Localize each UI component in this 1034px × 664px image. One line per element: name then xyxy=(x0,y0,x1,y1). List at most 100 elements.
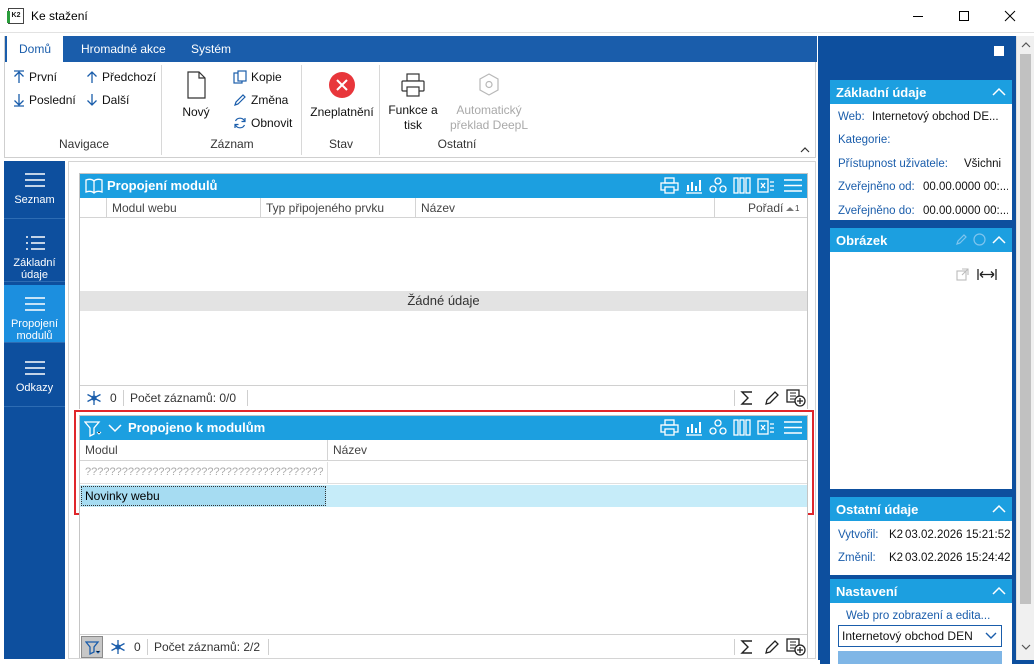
chart-icon[interactable] xyxy=(685,177,703,194)
field-pristupnost: Přístupnost uživatele: Všichni xyxy=(838,158,1002,170)
last-button[interactable]: Poslední xyxy=(13,90,76,110)
right-scrollbar[interactable] xyxy=(1016,36,1034,660)
panel-header: Nastavení xyxy=(830,579,1012,603)
copy-button[interactable]: Kopie xyxy=(233,67,282,87)
column-typ-pripojeneho-prvku[interactable]: Typ připojeného prvku xyxy=(266,201,384,215)
scroll-up-icon[interactable] xyxy=(1021,41,1031,48)
first-button[interactable]: První xyxy=(13,67,57,87)
delete-image-icon[interactable] xyxy=(973,233,986,246)
panel-obrazek: Obrázek xyxy=(830,228,1012,489)
column-modul[interactable]: Modul xyxy=(85,443,118,457)
print-icon[interactable] xyxy=(660,419,679,436)
previous-button[interactable]: Předchozí xyxy=(86,67,156,87)
table-row[interactable]: Novinky webu xyxy=(80,485,807,507)
field-zverejneno-do-value: 00.00.0000 00:... xyxy=(923,205,1008,217)
add-record-icon[interactable] xyxy=(786,389,806,407)
panel-title: Nastavení xyxy=(836,584,898,599)
previous-label: Předchozí xyxy=(102,70,157,84)
tree-icon[interactable] xyxy=(709,419,727,436)
arrow-up-icon xyxy=(14,70,24,83)
print-icon[interactable] xyxy=(660,177,679,194)
edit-image-icon[interactable] xyxy=(955,233,968,246)
column-nazev[interactable]: Název xyxy=(333,443,367,457)
filter-input-modul[interactable]: ??????????????????????????????????????? xyxy=(85,466,323,478)
web-select[interactable]: Internetový obchod DEN xyxy=(838,625,1002,647)
field-zverejneno-do: Zveřejněno do: 00.00.0000 00:... xyxy=(838,205,1008,217)
tab-hromadne-akce[interactable]: Hromadné akce xyxy=(69,36,178,62)
list-icon xyxy=(25,236,45,250)
edit-pencil-icon[interactable] xyxy=(764,390,780,406)
frozen-count: 0 xyxy=(134,640,141,654)
chevron-down-icon[interactable] xyxy=(108,424,122,433)
open-external-icon[interactable] xyxy=(956,268,969,281)
collapse-ribbon-button[interactable] xyxy=(800,146,810,153)
tab-domu[interactable]: Domů xyxy=(7,36,64,63)
deepl-label-2: překlad DeepL xyxy=(449,118,529,132)
columns-icon[interactable] xyxy=(733,419,751,436)
scrollbar-thumb[interactable] xyxy=(1020,54,1031,604)
group-stav: Zneplatnění Stav xyxy=(303,65,380,155)
excel-export-icon[interactable] xyxy=(757,177,777,194)
add-record-icon[interactable] xyxy=(786,638,806,656)
nav-item-odkazy[interactable]: Odkazy xyxy=(4,349,65,407)
tab-system[interactable]: Systém xyxy=(179,36,243,62)
invalidate-label: Zneplatnění xyxy=(310,105,374,119)
invalidate-button[interactable]: Zneplatnění xyxy=(307,71,377,120)
snowflake-icon[interactable] xyxy=(110,639,126,655)
filter-icon[interactable] xyxy=(84,420,102,437)
next-button[interactable]: Další xyxy=(86,90,129,110)
minimize-button[interactable] xyxy=(895,0,941,32)
print-label-1: Funkce a xyxy=(388,103,438,117)
tree-icon[interactable] xyxy=(709,177,727,194)
column-modul-webu[interactable]: Modul webu xyxy=(112,201,177,215)
copy-icon xyxy=(233,70,247,84)
ribbon-tabs: Domů Hromadné akce Systém xyxy=(5,36,817,63)
deepl-icon xyxy=(479,73,499,96)
nav-label: Seznam xyxy=(14,194,55,206)
group-title-navigace: Navigace xyxy=(58,137,110,151)
cell-modul: Novinky webu xyxy=(85,489,160,503)
new-button[interactable]: Nový xyxy=(173,71,219,120)
close-window-button[interactable] xyxy=(987,0,1033,32)
pin-icon[interactable] xyxy=(994,46,1004,56)
print-label-2: tisk xyxy=(404,118,422,132)
title-bar: K2 Ke stažení xyxy=(0,0,1034,33)
nav-item-zakladni-udaje[interactable]: Základní údaje xyxy=(4,224,65,282)
arrow-up-icon xyxy=(87,71,97,83)
maximize-button[interactable] xyxy=(941,0,987,32)
refresh-button[interactable]: Obnovit xyxy=(233,113,292,133)
menu-icon[interactable] xyxy=(783,419,803,436)
main-content: Propojení modulů Modul webu Typ připojen… xyxy=(68,161,816,659)
edit-pencil-icon[interactable] xyxy=(764,639,780,655)
deepl-translate-button[interactable]: Automatický překlad DeepL xyxy=(445,71,533,133)
panel-header: Základní údaje xyxy=(830,80,1012,104)
sum-icon[interactable] xyxy=(740,390,754,406)
excel-export-icon[interactable] xyxy=(757,419,777,436)
arrow-down-icon xyxy=(14,94,24,107)
columns-icon[interactable] xyxy=(733,177,751,194)
nav-item-propojeni-modulu[interactable]: Propojení modulů xyxy=(4,285,65,343)
fit-width-icon[interactable] xyxy=(977,268,997,281)
panel-zakladni-udaje: Základní údaje Web: Internetový obchod D… xyxy=(830,80,1012,220)
sort-ascending-icon xyxy=(786,207,794,211)
chevron-up-icon[interactable] xyxy=(992,504,1006,513)
column-nazev[interactable]: Název xyxy=(421,201,455,215)
field-pristupnost-value: Všichni xyxy=(964,158,1002,170)
scroll-down-icon[interactable] xyxy=(1021,644,1031,651)
nav-item-seznam[interactable]: Seznam xyxy=(4,161,65,219)
change-button[interactable]: Změna xyxy=(233,90,288,110)
menu-icon[interactable] xyxy=(783,177,803,194)
print-functions-button[interactable]: Funkce a tisk xyxy=(383,71,443,133)
chart-icon[interactable] xyxy=(685,419,703,436)
filter-row[interactable]: ??????????????????????????????????????? xyxy=(80,462,807,484)
chevron-up-icon[interactable] xyxy=(992,235,1006,244)
panel-header: Ostatní údaje xyxy=(830,497,1012,521)
panel-header: Propojení modulů xyxy=(80,174,807,198)
pencil-icon xyxy=(234,94,246,106)
filter-toggle-button[interactable] xyxy=(81,636,103,658)
chevron-up-icon[interactable] xyxy=(992,87,1006,96)
column-poradi[interactable]: Pořadí xyxy=(748,201,783,215)
snowflake-icon[interactable] xyxy=(86,390,102,406)
sum-icon[interactable] xyxy=(740,639,754,655)
chevron-up-icon[interactable] xyxy=(992,586,1006,595)
